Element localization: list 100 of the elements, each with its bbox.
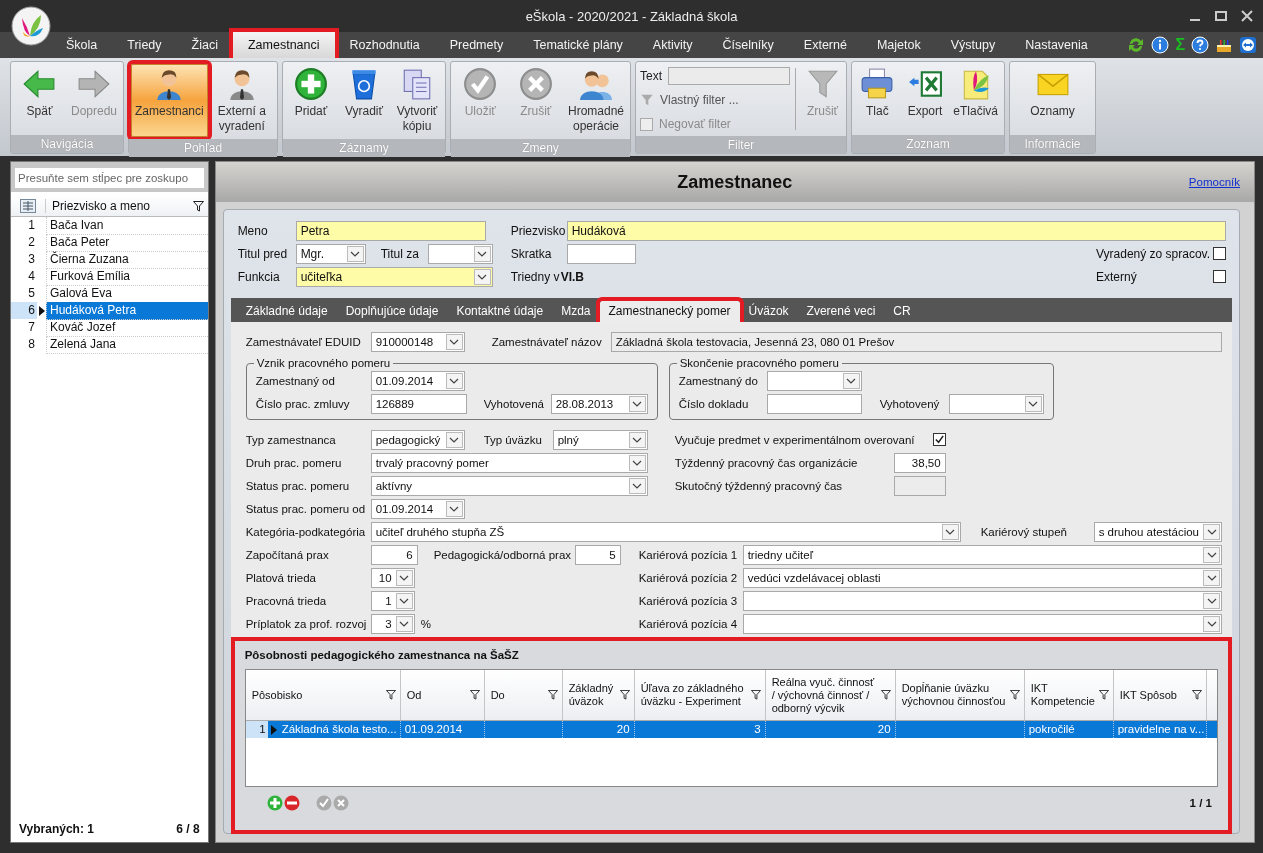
tab[interactable]: Zverené veci — [797, 301, 885, 322]
list-item[interactable]: Bača Ivan — [46, 216, 208, 235]
column-header[interactable]: IKT Kompetencie — [1024, 670, 1114, 720]
dropdown-field[interactable]: trvalý pracovný pomer — [370, 452, 648, 473]
filter-icon[interactable] — [192, 200, 204, 212]
add-icon[interactable] — [266, 795, 283, 811]
dropdown-field[interactable] — [948, 393, 1044, 414]
filter-icon[interactable] — [469, 690, 480, 700]
text-field[interactable]: 6 — [370, 544, 418, 565]
menu-tab[interactable]: Rozhodnutia — [334, 32, 435, 58]
list-item[interactable]: Čierna Zuzana — [46, 250, 208, 269]
dropdown-field[interactable]: Mgr. — [295, 243, 366, 264]
column-header[interactable]: Do — [484, 670, 563, 720]
menu-tab[interactable]: Škola — [51, 32, 113, 58]
list-item[interactable]: Hudáková Petra — [46, 301, 208, 320]
ribbon-button[interactable]: Tlač — [854, 64, 901, 133]
remote-support-icon[interactable] — [1239, 36, 1257, 54]
filter-icon[interactable] — [1191, 690, 1202, 700]
sum-button[interactable]: Σ — [1175, 36, 1185, 54]
column-header[interactable]: IKT Spôsob — [1113, 670, 1207, 720]
text-field[interactable]: 5 — [574, 544, 621, 565]
dropdown-field[interactable] — [766, 370, 862, 391]
dropdown-field[interactable]: aktívny — [370, 475, 648, 496]
filter-icon[interactable] — [880, 690, 891, 700]
list-item[interactable]: Bača Peter — [46, 233, 208, 252]
text-field[interactable] — [893, 475, 946, 496]
column-header[interactable]: Pôsobisko — [245, 670, 401, 720]
dropdown-field[interactable]: pedagogický — [370, 429, 465, 450]
checkbox[interactable] — [1213, 247, 1226, 260]
text-field[interactable] — [766, 393, 862, 414]
menu-tab[interactable]: Tematické plány — [518, 32, 638, 58]
dropdown-field[interactable]: triedny učiteľ — [742, 544, 1222, 565]
filter-text-field[interactable] — [668, 67, 790, 85]
group-by-drop-area[interactable]: Presuňte sem stĺpec pre zoskupo — [15, 168, 204, 188]
tab[interactable]: Úväzok — [739, 301, 798, 322]
ribbon-button[interactable]: Export — [901, 64, 949, 133]
menu-tab[interactable]: Triedy — [112, 32, 177, 58]
number-dropdown[interactable]: 3 — [370, 613, 415, 634]
dropdown-field[interactable]: 01.09.2014 — [370, 498, 465, 519]
dropdown-field[interactable]: vedúci vzdelávacej oblasti — [742, 567, 1222, 588]
column-header[interactable]: Úľava zo základného úväzku - Experiment — [634, 670, 766, 720]
ribbon-button[interactable]: Späť — [13, 64, 66, 133]
dropdown-field[interactable]: s druhou atestáciou — [1093, 521, 1222, 542]
menu-tab[interactable]: Nastavenia — [1010, 32, 1103, 58]
help-link[interactable]: Pomocník — [1188, 176, 1254, 188]
filter-icon[interactable] — [547, 690, 558, 700]
dropdown-field[interactable] — [742, 613, 1222, 634]
menu-tab[interactable]: Číselníky — [707, 32, 789, 58]
menu-tab[interactable]: Aktivity — [637, 32, 708, 58]
checkbox[interactable] — [932, 433, 946, 446]
dropdown-field[interactable] — [427, 243, 493, 264]
column-chooser-icon[interactable] — [20, 199, 36, 213]
dropdown-field[interactable]: 910000148 — [370, 331, 465, 352]
checkmark-icon[interactable] — [315, 795, 332, 811]
ribbon-button[interactable]: Hromadné operácie — [563, 64, 628, 137]
dropdown-field[interactable]: učiteľ druhého stupňa ZŠ — [370, 521, 961, 542]
text-field[interactable]: Petra — [295, 220, 486, 241]
filter-icon[interactable] — [619, 690, 630, 700]
filter-icon[interactable] — [385, 690, 396, 700]
text-field[interactable]: Hudáková — [566, 220, 1226, 241]
refresh-icon[interactable] — [1127, 36, 1146, 54]
list-item[interactable]: Furková Emília — [46, 267, 208, 286]
number-dropdown[interactable]: 1 — [370, 590, 415, 611]
filter-icon[interactable] — [1009, 690, 1020, 700]
dropdown-field[interactable]: plný — [552, 429, 648, 450]
column-header[interactable]: Dopĺňanie úväzku výchovnou činnosťou — [895, 670, 1025, 720]
ribbon-button[interactable]: eTlačivá — [949, 64, 1002, 133]
menu-tab[interactable]: Externé — [788, 32, 862, 58]
tab[interactable]: Mzda — [552, 301, 600, 322]
filter-icon[interactable] — [1098, 690, 1109, 700]
text-field[interactable]: 38,50 — [893, 452, 946, 473]
maximize-icon[interactable] — [1215, 10, 1227, 22]
filter-icon[interactable] — [750, 690, 761, 700]
dropdown-field[interactable] — [742, 590, 1222, 611]
tab[interactable]: Kontaktné údaje — [447, 301, 553, 322]
column-header[interactable]: Základný úväzok — [562, 670, 635, 720]
number-dropdown[interactable]: 10 — [370, 567, 415, 588]
help-icon[interactable] — [1191, 36, 1209, 54]
menu-tab[interactable]: Majetok — [861, 32, 936, 58]
dropdown-field[interactable]: 01.09.2014 — [370, 370, 465, 391]
dropdown-field[interactable]: učiteľka — [295, 266, 493, 287]
column-header[interactable]: Reálna vyuč. činnosť / výchovná činnosť / odborný výcvik — [765, 670, 896, 720]
ribbon-button[interactable]: Vytvoriť kópiu — [391, 64, 443, 137]
custom-filter-link[interactable]: Vlastný filter ... — [660, 93, 739, 107]
text-field[interactable]: 126889 — [370, 393, 467, 414]
tab[interactable]: CR — [884, 301, 920, 322]
dropdown-field[interactable]: 28.08.2013 — [550, 393, 648, 414]
close-icon[interactable] — [1241, 10, 1253, 22]
ribbon-button[interactable]: Oznamy — [1012, 64, 1093, 133]
ribbon-button[interactable]: Vyradiť — [338, 64, 390, 137]
menu-tab[interactable]: Žiaci — [176, 32, 233, 58]
menu-tab[interactable]: Výstupy — [935, 32, 1011, 58]
text-field[interactable] — [566, 243, 636, 264]
list-item[interactable]: Zelená Jana — [46, 335, 208, 354]
remove-icon[interactable] — [283, 795, 300, 811]
checkbox[interactable] — [1213, 270, 1226, 283]
ribbon-button[interactable]: Externí a vyradení — [208, 64, 275, 137]
list-item[interactable]: Kováč Jozef — [46, 318, 208, 337]
tab[interactable]: Základné údaje — [236, 301, 337, 322]
tab[interactable]: Doplňujúce údaje — [336, 301, 448, 322]
